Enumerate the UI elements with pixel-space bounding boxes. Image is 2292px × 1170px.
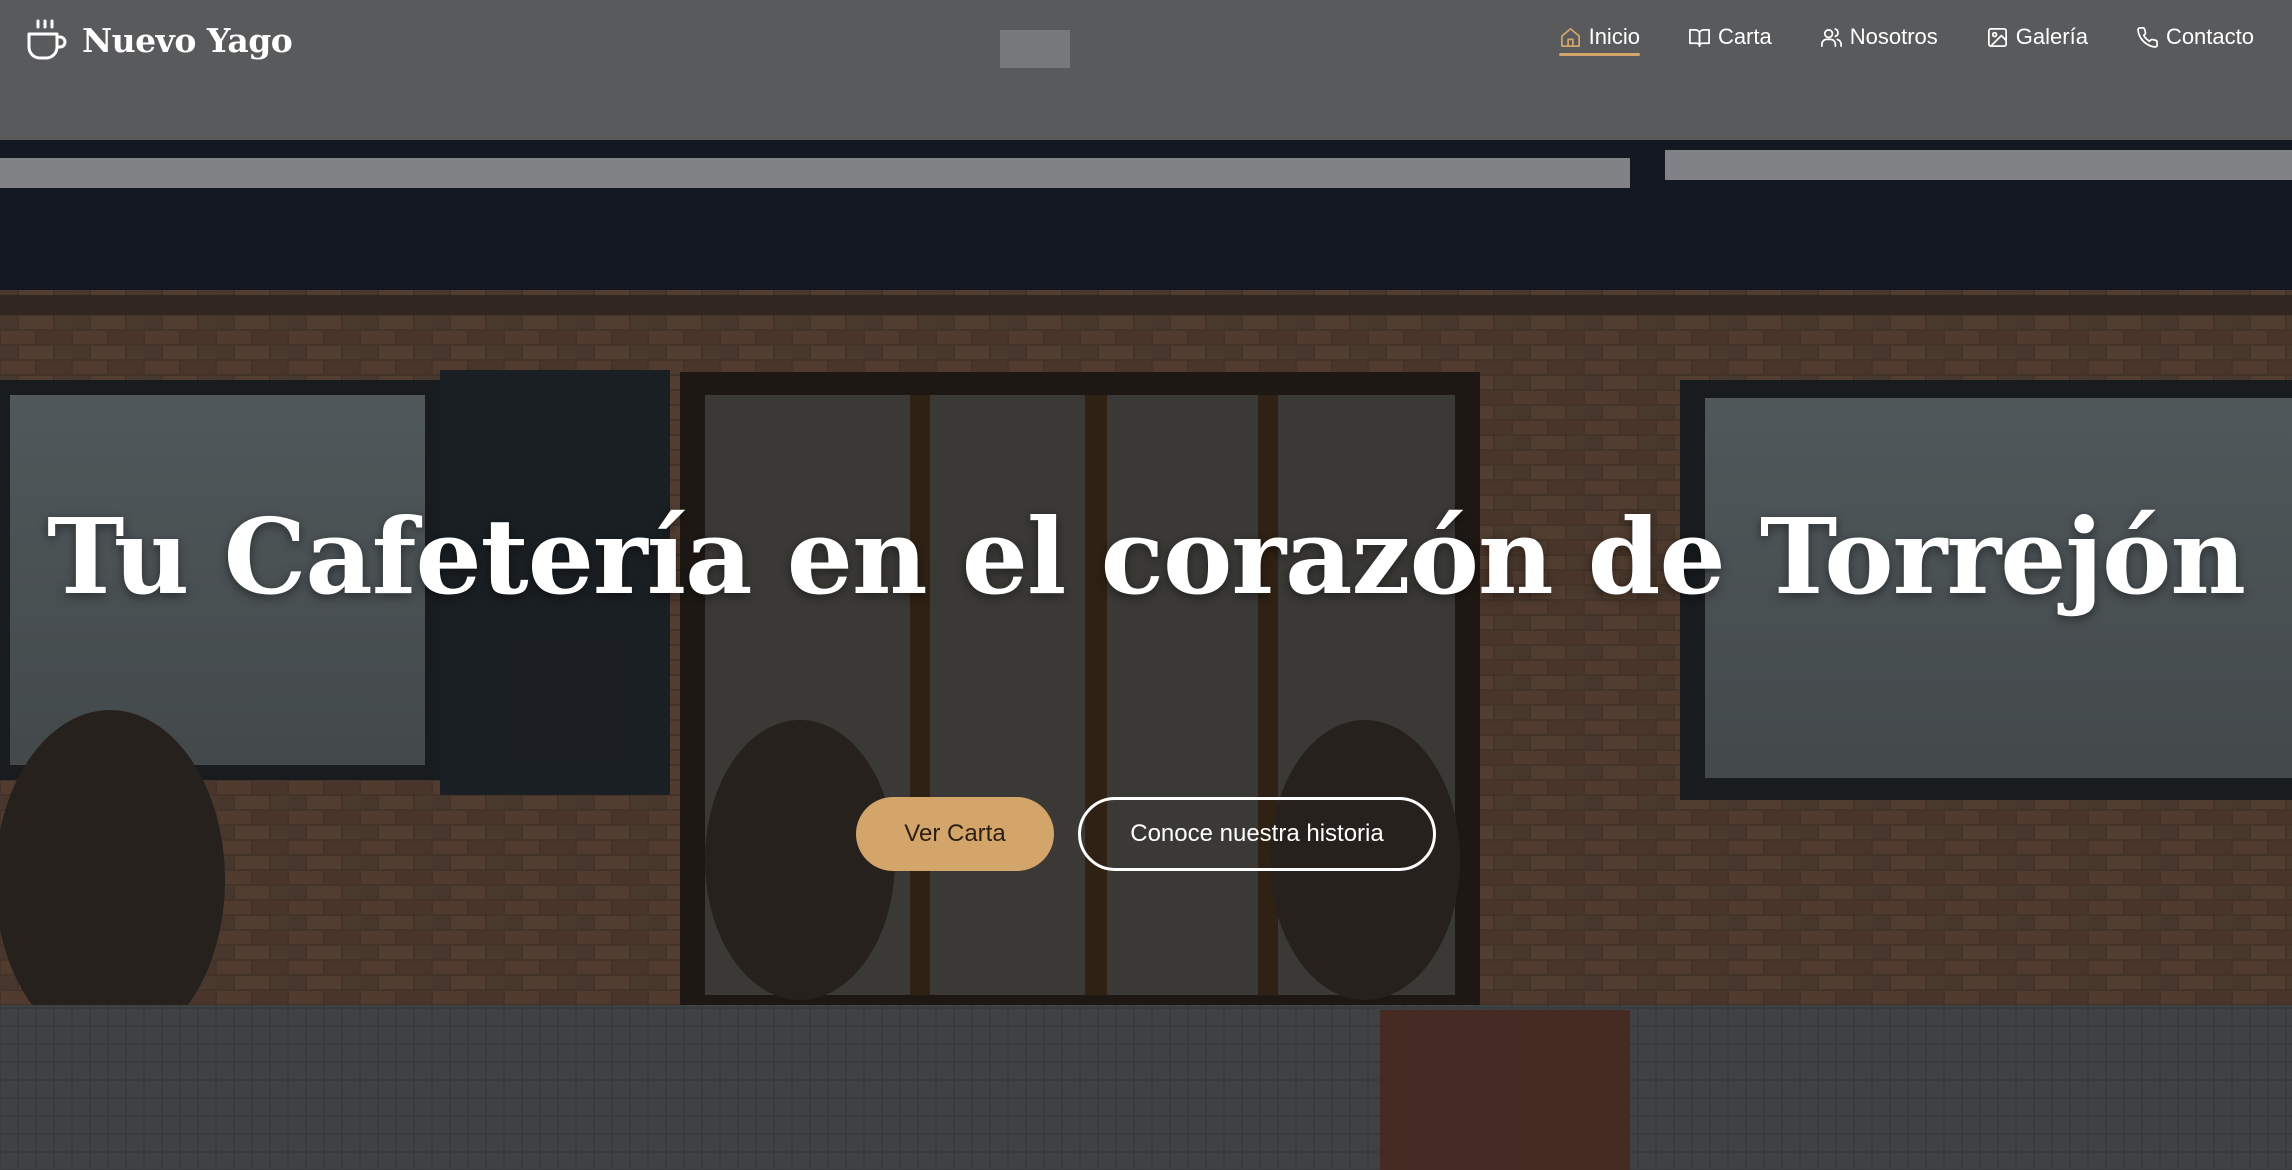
- nav-item-inicio[interactable]: Inicio: [1558, 24, 1641, 56]
- nav-item-contacto[interactable]: Contacto: [2136, 24, 2254, 56]
- conoce-historia-button[interactable]: Conoce nuestra historia: [1078, 797, 1436, 871]
- hero-title: Tu Cafetería en el corazón de Torrejón: [46, 495, 2246, 618]
- image-icon: [1987, 27, 2007, 47]
- coffee-cup-icon: [27, 19, 67, 60]
- nav-label-galeria: Galería: [2015, 24, 2088, 49]
- phone-icon: [2137, 26, 2158, 48]
- book-open-icon: [1688, 28, 1710, 47]
- nav-label-nosotros: Nosotros: [1849, 24, 1938, 49]
- main-nav: Inicio Carta Nosotros Galería Contacto: [1558, 24, 2254, 56]
- home-icon: [1560, 27, 1580, 47]
- brand-logo[interactable]: Nuevo Yago: [24, 18, 293, 62]
- nav-label-inicio: Inicio: [1588, 24, 1640, 49]
- nav-item-nosotros[interactable]: Nosotros: [1820, 24, 1938, 56]
- navbar: Nuevo Yago Inicio Carta Nosotros Galería…: [0, 0, 2292, 84]
- nav-label-carta: Carta: [1717, 24, 1772, 49]
- brand-name: Nuevo Yago: [82, 20, 293, 60]
- ver-carta-button[interactable]: Ver Carta: [856, 797, 1054, 871]
- nav-item-carta[interactable]: Carta: [1688, 24, 1772, 56]
- users-icon: [1820, 27, 1842, 47]
- hero-cta-group: Ver Carta Conoce nuestra historia: [0, 797, 2292, 871]
- nav-label-contacto: Contacto: [2165, 24, 2254, 49]
- nav-item-galeria[interactable]: Galería: [1986, 24, 2088, 56]
